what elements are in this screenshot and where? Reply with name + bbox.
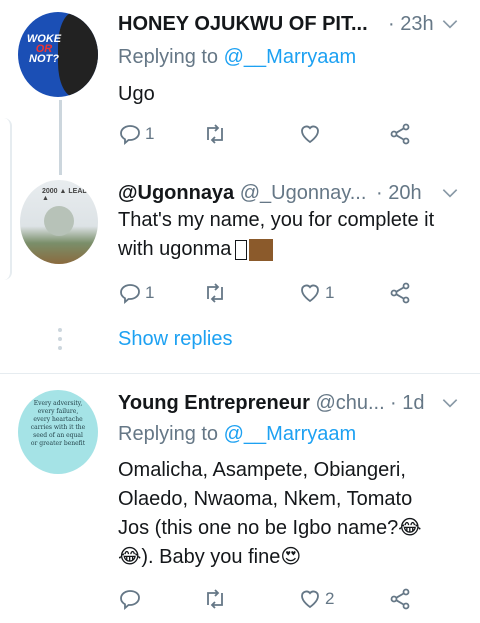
- like-button[interactable]: 2: [298, 587, 334, 611]
- like-count: 2: [325, 589, 335, 608]
- reply-button[interactable]: 1: [118, 122, 154, 146]
- reply-icon: [120, 284, 140, 304]
- like-count: 1: [325, 283, 335, 302]
- share-icon: [390, 282, 410, 304]
- avatar-text-line: NOT?: [29, 53, 59, 65]
- avatar-tree: [44, 206, 74, 236]
- replying-to: Replying to @__Marryaam: [118, 423, 356, 446]
- tweet-text: Omalicha, Asampete, Obiangeri, Olaedo, N…: [118, 456, 473, 572]
- tweet-time-value: 23h: [400, 13, 434, 35]
- retweet-button[interactable]: [203, 281, 227, 305]
- retweet-icon: [207, 283, 223, 303]
- retweet-button[interactable]: [203, 122, 227, 146]
- tweet-time[interactable]: · 23h: [388, 13, 434, 36]
- emoji-missing-glyph: [235, 239, 248, 260]
- share-icon: [390, 123, 410, 145]
- heart-icon: [301, 590, 319, 609]
- tweet-time[interactable]: · 20h: [376, 182, 422, 205]
- avatar-label: 2000 ▲ LEADS ▲: [42, 188, 93, 202]
- replying-to-label: Replying to: [118, 423, 219, 445]
- avatar[interactable]: WOKE OR NOT?: [18, 12, 98, 97]
- heart-icon: [301, 125, 319, 144]
- share-button[interactable]: [388, 587, 412, 611]
- retweet-icon: [207, 124, 223, 144]
- avatar[interactable]: Every adversity, every failure, every he…: [18, 390, 98, 474]
- card-edge: [0, 118, 12, 280]
- thread-dots: [58, 328, 63, 350]
- heart-icon: [301, 284, 319, 303]
- author-display-name: Young Entrepreneur: [118, 392, 310, 414]
- reply-mention-link[interactable]: @__Marryaam: [224, 423, 357, 445]
- share-button[interactable]: [388, 122, 412, 146]
- author-handle: @_Ugonnay...: [239, 182, 367, 204]
- author-display-name: @Ugonnaya: [118, 182, 235, 204]
- author-handle: @chu...: [315, 392, 385, 414]
- tweet-text-line: Omalicha, Asampete, Obiangeri,: [118, 459, 406, 481]
- reply-mention-link[interactable]: @__Marryaam: [224, 46, 357, 68]
- replying-to-label: Replying to: [118, 46, 219, 68]
- tweet-text: Ugo: [118, 83, 155, 105]
- tweet-time[interactable]: · 1d: [390, 392, 424, 415]
- divider: [0, 373, 480, 374]
- chevron-down-icon[interactable]: [440, 183, 460, 203]
- tweet-text: That's my name, you for complete it with…: [118, 206, 468, 264]
- tweet-text-line: with ugonma: [118, 238, 232, 260]
- reply-icon: [120, 590, 140, 610]
- tweet-text-line: 😂). Baby you fine😍: [118, 546, 302, 568]
- reply-button[interactable]: [118, 587, 142, 611]
- thread-line: [59, 100, 62, 175]
- reply-count: 1: [145, 124, 155, 143]
- avatar-silhouette: [58, 12, 98, 97]
- avatar-text: WOKE OR NOT?: [24, 34, 64, 65]
- retweet-icon: [207, 589, 223, 609]
- tweet-text-line: That's my name, you for complete it: [118, 209, 435, 231]
- author-name[interactable]: HONEY OJUKWU OF PIT...: [118, 13, 368, 36]
- chevron-down-icon[interactable]: [440, 14, 460, 34]
- tweet-time-value: 20h: [388, 182, 422, 204]
- avatar-quote: Every adversity, every failure, every he…: [30, 400, 86, 447]
- skin-tone-swatch: [249, 238, 274, 261]
- chevron-down-icon[interactable]: [440, 393, 460, 413]
- like-button[interactable]: 1: [298, 281, 334, 305]
- like-button[interactable]: [298, 122, 322, 146]
- reply-button[interactable]: 1: [118, 281, 154, 305]
- share-button[interactable]: [388, 281, 412, 305]
- reply-count: 1: [145, 283, 155, 302]
- author-name[interactable]: @Ugonnaya @_Ugonnay...: [118, 182, 366, 205]
- retweet-button[interactable]: [203, 587, 227, 611]
- tweet-text-line: Olaedo, Nwaoma, Nkem, Tomato: [118, 488, 413, 510]
- show-replies-link[interactable]: Show replies: [118, 328, 233, 351]
- reply-icon: [120, 125, 140, 145]
- avatar[interactable]: 2000 ▲ LEADS ▲: [20, 180, 98, 264]
- author-name[interactable]: Young Entrepreneur @chu...: [118, 392, 385, 415]
- share-icon: [390, 588, 410, 610]
- replying-to: Replying to @__Marryaam: [118, 46, 356, 69]
- tweet-text-line: Jos (this one no be Igbo name?😂: [118, 517, 422, 539]
- tweet-time-value: 1d: [402, 392, 425, 414]
